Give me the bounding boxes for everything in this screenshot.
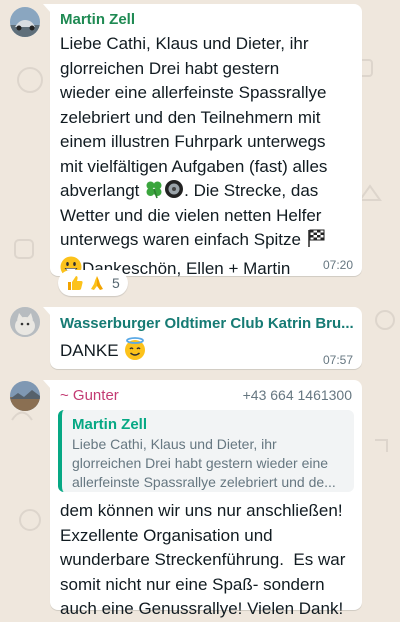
folded-hands-icon [91,276,103,290]
message-time: 07:57 [322,353,353,367]
message-sender[interactable]: Martin Zell [60,11,135,28]
message-line: unterwegs waren einfach Spitze [60,228,358,253]
smiling-face-with-halo-icon [125,337,146,360]
message-line: Liebe Cathi, Klaus und Dieter, ihr [60,34,309,53]
message-text: Liebe Cathi, Klaus und Dieter, ihr glorr… [60,32,358,281]
message-line: wunderbare Streckenführung. Es war [60,550,346,569]
message-bubble-martin-zell[interactable]: Martin Zell Liebe Cathi, Klaus und Diete… [43,4,362,278]
avatar-martin-zell[interactable] [10,7,40,37]
message-line: dem können wir uns nur anschließen! [60,501,343,520]
message-line-part: DANKE [60,341,119,360]
bubble-tail [43,380,51,389]
bubble-tail [43,307,51,316]
reactions-pill[interactable]: 5 [58,270,128,296]
message-line: glorreichen Drei habt gestern [60,58,280,78]
quoted-message-author: Martin Zell [72,416,148,433]
message-line: einem illustren Fuhrpark unterwegs [60,132,326,151]
message-bubble-wasserburger-oldtimer-club[interactable]: Wasserburger Oldtimer Club Katrin Bru...… [43,307,362,369]
cat-photo-avatar [10,307,40,337]
quoted-line: allerfeinste Spassrallye zelebriert und … [72,474,336,490]
message-sender[interactable]: ~ Gunter [60,387,119,404]
quoted-line: glorreichen Drei habt gestern wieder ein… [72,455,329,471]
quoted-message-text: Liebe Cathi, Klaus und Dieter, ihr glorr… [72,435,346,492]
message-line: Wetter und die vielen netten Helfer [60,205,322,225]
message-time: 07:20 [322,258,353,272]
avatar-gunter[interactable] [10,381,40,411]
message-sender[interactable]: Wasserburger Oldtimer Club Katrin Bru... [60,315,356,332]
message-line: somit nicht nur eine Spaß- sondern [60,574,325,594]
message-line: wieder eine allerfeinste Spassrallye [60,83,327,102]
message-line: Exzellente Organisation und [60,525,273,545]
message-text: DANKE [60,337,147,364]
chequered-flag-icon [307,229,325,247]
message-line: abverlangt . Die Strecke, das [60,179,358,204]
message-text: dem können wir uns nur anschließen! Exze… [60,499,358,622]
message-bubble-gunter[interactable]: ~ Gunter +43 664 1461300 Martin Zell Lie… [43,380,362,618]
thumbs-up-icon [68,276,83,290]
message-line: mit vielfältigen Aufgaben (fast) alles [60,156,328,176]
landscape-photo-avatar [10,381,40,411]
sender-phone-number: +43 664 1461300 [242,387,352,403]
reaction-count: 5 [112,275,120,291]
avatar-wasserburger-oldtimer-club[interactable] [10,307,40,337]
message-line-part: unterwegs waren einfach Spitze [60,230,301,249]
bubble-tail [43,4,51,13]
quoted-message[interactable]: Martin Zell Liebe Cathi, Klaus und Diete… [58,410,354,492]
quoted-line: Liebe Cathi, Klaus und Dieter, ihr [72,436,277,452]
message-line-part: . Die Strecke, das [184,181,319,200]
car-photo-avatar [10,7,40,37]
wheel-icon [165,180,184,198]
message-line-part: abverlangt [60,181,140,200]
message-line: auch eine Genussrallye! Vielen Dank! [60,599,344,618]
message-line: zelebriert und den Teilnehmern mit [60,107,321,127]
four-leaf-clover-icon [146,181,162,199]
